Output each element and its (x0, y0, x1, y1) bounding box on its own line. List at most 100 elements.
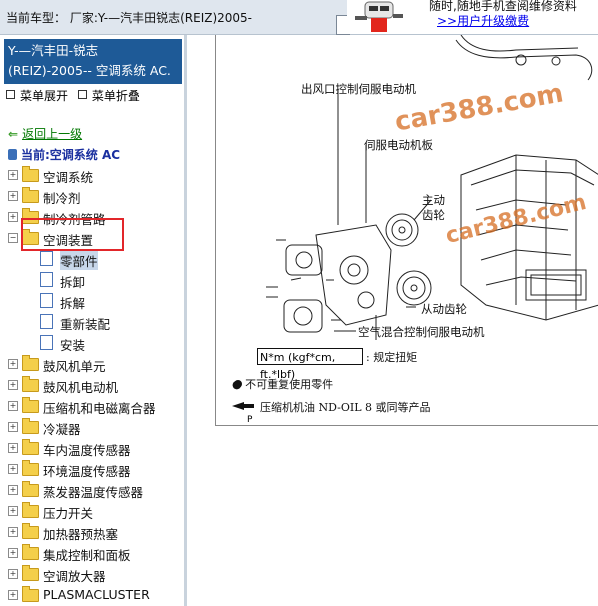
document-icon (40, 272, 53, 287)
expand-toggle-icon[interactable]: + (8, 359, 18, 369)
folder-icon (22, 376, 39, 392)
promo-banner[interactable]: 随时,随地手机查阅维修资料 >>用户升级缴费 (347, 0, 598, 34)
back-arrow-icon: ⇐ (8, 127, 19, 141)
folder-icon (22, 502, 39, 518)
collapse-toggle-icon[interactable]: − (8, 233, 18, 243)
tree-item[interactable]: + 鼓风机单元 (0, 353, 184, 374)
collapse-icon (77, 90, 87, 99)
folder-icon (22, 187, 39, 203)
content-pane: 出风口控制伺服电动机 伺服电动机板 主动 齿轮 从动齿轮 空气混合控制伺服电动机… (188, 35, 598, 606)
expand-toggle-icon[interactable]: + (8, 212, 18, 222)
tree-subitem-label[interactable]: 零部件 (60, 251, 98, 270)
page-letter: P (247, 415, 253, 425)
expand-toggle-icon[interactable]: + (8, 401, 18, 411)
expand-toggle-icon[interactable]: + (8, 464, 18, 474)
document-icon (40, 251, 53, 266)
expand-toggle-icon[interactable]: + (8, 422, 18, 432)
mix-servo-label: 空气混合控制伺服电动机 (358, 325, 485, 339)
expand-toggle-icon[interactable]: + (8, 527, 18, 537)
torque-spec-label: : 规定扭矩 (366, 351, 418, 364)
section-title: Y-—汽丰田-锐志 (REIZ)-2005-- 空调系统 AC. (4, 39, 182, 84)
current-location-label: 当前:空调系统 AC (21, 148, 121, 162)
expand-toggle-icon[interactable]: + (8, 191, 18, 201)
tree-item-label[interactable]: 鼓风机电动机 (43, 377, 118, 396)
section-title-line2: (REIZ)-2005-- 空调系统 AC. (8, 63, 171, 78)
expand-menu-label: 菜单展开 (20, 89, 69, 103)
tree-subitem[interactable]: 拆解 (0, 290, 184, 311)
expand-toggle-icon[interactable]: + (8, 170, 18, 180)
tree-item-label[interactable]: 制冷剂 (43, 188, 81, 207)
tree-item-label[interactable]: 集成控制和面板 (43, 545, 131, 564)
mascot-icon (355, 1, 403, 32)
tree-item[interactable]: + 压力开关 (0, 500, 184, 521)
folder-icon (22, 166, 39, 182)
tree-item[interactable]: + 压缩机和电磁离合器 (0, 395, 184, 416)
tree-item[interactable]: + 集成控制和面板 (0, 542, 184, 563)
tree-item[interactable]: + 蒸发器温度传感器 (0, 479, 184, 500)
non-reusable-legend: ● 不可重复使用零件 (232, 378, 334, 391)
tree-item-label[interactable]: 鼓风机单元 (43, 356, 106, 375)
upgrade-link[interactable]: >>用户升级缴费 (437, 12, 529, 29)
folder-icon (22, 439, 39, 455)
folder-icon (22, 523, 39, 539)
menu-toggle-bar: 菜单展开 菜单折叠 (6, 87, 140, 104)
highlight-box (21, 218, 124, 251)
tree-item-label[interactable]: 压力开关 (43, 503, 93, 522)
expand-toggle-icon[interactable]: + (8, 443, 18, 453)
tree-item[interactable]: + 冷凝器 (0, 416, 184, 437)
tree-subitem-label[interactable]: 拆解 (60, 293, 85, 312)
tree-subitem-label[interactable]: 重新装配 (60, 314, 110, 333)
diagram-page: 出风口控制伺服电动机 伺服电动机板 主动 齿轮 从动齿轮 空气混合控制伺服电动机… (215, 35, 598, 426)
expand-toggle-icon[interactable]: + (8, 548, 18, 558)
folder-icon (22, 481, 39, 497)
folder-icon (22, 565, 39, 581)
tree-item-label[interactable]: 空调系统 (43, 167, 93, 186)
tree-item-label[interactable]: PLASMACLUSTER (43, 587, 150, 602)
tree-item[interactable]: + 车内温度传感器 (0, 437, 184, 458)
tree-subitem[interactable]: 零部件 (0, 248, 184, 270)
tree-item[interactable]: + 鼓风机电动机 (0, 374, 184, 395)
driven-gear-label: 从动齿轮 (421, 302, 467, 316)
drive-gear-label-1: 主动 (422, 193, 445, 207)
folder-icon (22, 460, 39, 476)
tree-subitem[interactable]: 重新装配 (0, 311, 184, 332)
nav-panel: Y-—汽丰田-锐志 (REIZ)-2005-- 空调系统 AC. 菜单展开 菜单… (0, 35, 187, 606)
collapse-menu-label: 菜单折叠 (91, 89, 140, 103)
drive-gear-label-2: 齿轮 (422, 208, 445, 222)
location-icon (8, 149, 17, 160)
expand-menu-button[interactable]: 菜单展开 (6, 89, 68, 103)
document-icon (40, 293, 53, 308)
expand-toggle-icon[interactable]: + (8, 590, 18, 600)
expand-toggle-icon[interactable]: + (8, 569, 18, 579)
oil-legend: 压缩机机油 ND-OIL 8 或同等产品 (260, 401, 431, 414)
tree-subitem-label[interactable]: 安装 (60, 335, 85, 354)
back-link[interactable]: ⇐ 返回上一级 (8, 125, 82, 142)
collapse-menu-button[interactable]: 菜单折叠 (77, 89, 140, 103)
tree-item[interactable]: + 制冷剂 (0, 185, 184, 206)
tree-subitem-label[interactable]: 拆卸 (60, 272, 85, 291)
tree-item-label[interactable]: 车内温度传感器 (43, 440, 131, 459)
tree-item-label[interactable]: 加热器预热塞 (43, 524, 118, 543)
document-icon (40, 314, 53, 329)
expand-toggle-icon[interactable]: + (8, 485, 18, 495)
tree-item-label[interactable]: 冷凝器 (43, 419, 81, 438)
tree-item[interactable]: + 空调系统 (0, 164, 184, 185)
tree-item[interactable]: + PLASMACLUSTER (0, 584, 184, 605)
tree-item-label[interactable]: 蒸发器温度传感器 (43, 482, 143, 501)
tree-subitem[interactable]: 拆卸 (0, 269, 184, 290)
folder-icon (22, 397, 39, 413)
tree-subitem[interactable]: 安装 (0, 332, 184, 353)
expand-toggle-icon[interactable]: + (8, 380, 18, 390)
tree-item-label[interactable]: 环境温度传感器 (43, 461, 131, 480)
tree-item-label[interactable]: 压缩机和电磁离合器 (43, 398, 156, 417)
folder-icon (22, 355, 39, 371)
servo-board-label: 伺服电动机板 (364, 138, 433, 152)
tree-item[interactable]: + 环境温度传感器 (0, 458, 184, 479)
back-link-label[interactable]: 返回上一级 (22, 127, 82, 141)
document-icon (40, 335, 53, 350)
current-car-label: 当前车型： 厂家:Y-—汽丰田锐志(REIZ)2005- (6, 11, 253, 25)
tree-item[interactable]: + 空调放大器 (0, 563, 184, 584)
tree-item-label[interactable]: 空调放大器 (43, 566, 106, 585)
tree-item[interactable]: + 加热器预热塞 (0, 521, 184, 542)
expand-toggle-icon[interactable]: + (8, 506, 18, 516)
